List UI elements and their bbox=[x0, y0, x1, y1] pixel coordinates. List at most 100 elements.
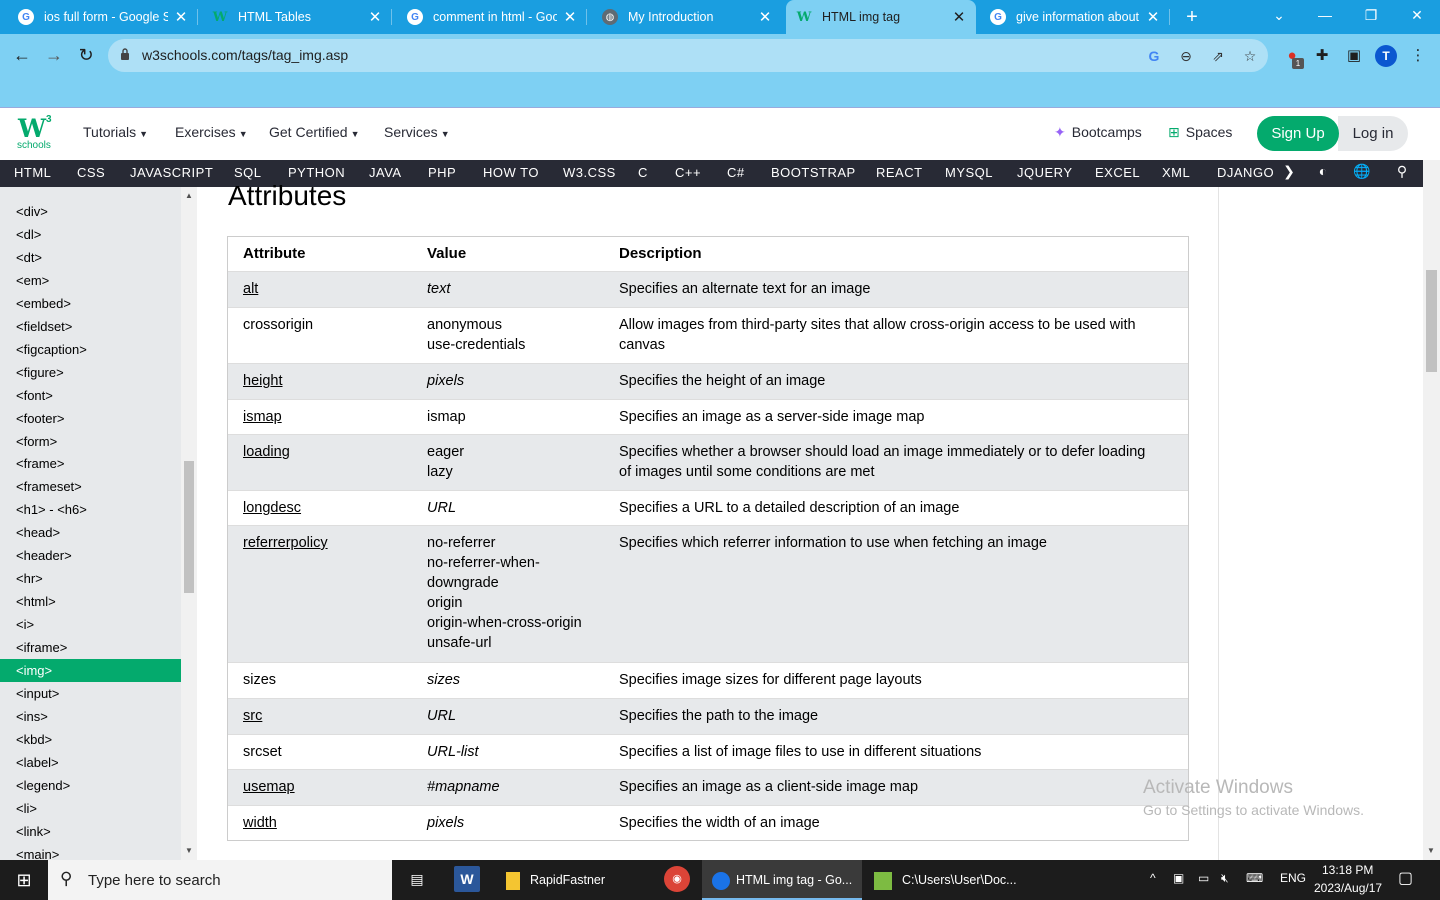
browser-tab[interactable]: W HTML Tables ✕ bbox=[202, 0, 392, 34]
sidebar-item[interactable]: <h1> - <h6> bbox=[0, 498, 181, 521]
keyboard-icon[interactable]: ⌨ bbox=[1246, 871, 1263, 885]
topnav-javascript[interactable]: JAVASCRIPT bbox=[130, 165, 213, 180]
signup-button[interactable]: Sign Up bbox=[1257, 116, 1339, 151]
sidebar-item[interactable]: <ins> bbox=[0, 705, 181, 728]
close-tab-icon[interactable]: ✕ bbox=[368, 8, 382, 26]
topnav-java[interactable]: JAVA bbox=[369, 165, 402, 180]
search-icon[interactable]: ⚲ bbox=[1392, 163, 1412, 180]
sidebar-item[interactable]: <kbd> bbox=[0, 728, 181, 751]
menu-exercises[interactable]: Exercises ▼ bbox=[175, 124, 248, 140]
tray-chevron-icon[interactable]: ^ bbox=[1150, 871, 1156, 885]
clock-time[interactable]: 13:18 PM bbox=[1322, 863, 1373, 877]
topnav-html[interactable]: HTML bbox=[14, 165, 51, 180]
sidebar-item[interactable]: <figcaption> bbox=[0, 338, 181, 361]
close-tab-icon[interactable]: ✕ bbox=[174, 8, 188, 26]
close-window-button[interactable]: ✕ bbox=[1394, 0, 1440, 34]
sidebar-scroll-thumb[interactable] bbox=[184, 461, 194, 593]
sidebar-item[interactable]: <li> bbox=[0, 797, 181, 820]
attribute-name[interactable]: src bbox=[243, 706, 262, 726]
topnav-react[interactable]: REACT bbox=[876, 165, 923, 180]
topnav-php[interactable]: PHP bbox=[428, 165, 456, 180]
sidebar-item[interactable]: <hr> bbox=[0, 567, 181, 590]
volume-muted-icon[interactable]: 🔇︎ bbox=[1221, 871, 1229, 886]
side-panel-icon[interactable]: ▣ bbox=[1343, 45, 1365, 67]
browser-tab[interactable]: Gios full form - Google Se ✕ bbox=[8, 0, 198, 34]
search-placeholder[interactable]: Type here to search bbox=[88, 872, 221, 889]
sidebar-item[interactable]: <font> bbox=[0, 384, 181, 407]
globe-icon[interactable]: 🌐 bbox=[1352, 163, 1372, 180]
google-lens-icon[interactable]: G bbox=[1143, 45, 1165, 67]
menu-get-certified[interactable]: Get Certified ▼ bbox=[269, 124, 360, 140]
chevron-right-icon[interactable]: ❯ bbox=[1279, 163, 1299, 180]
sidebar-item[interactable]: <legend> bbox=[0, 774, 181, 797]
browser-tab[interactable]: Gcomment in html - Goog ✕ bbox=[397, 0, 587, 34]
taskbar-app-rapidfastner[interactable]: RapidFastner bbox=[498, 860, 648, 900]
restore-button[interactable]: ❐ bbox=[1348, 0, 1394, 34]
topnav-how-to[interactable]: HOW TO bbox=[483, 165, 539, 180]
attribute-name[interactable]: referrerpolicy bbox=[243, 533, 328, 553]
topnav-excel[interactable]: EXCEL bbox=[1095, 165, 1140, 180]
login-button[interactable]: Log in bbox=[1338, 116, 1408, 151]
bookmark-star-icon[interactable]: ☆ bbox=[1239, 45, 1261, 67]
sidebar-item[interactable]: <footer> bbox=[0, 407, 181, 430]
sidebar-item[interactable]: <form> bbox=[0, 430, 181, 453]
topnav-bootstrap[interactable]: BOOTSTRAP bbox=[771, 165, 856, 180]
sidebar-item[interactable]: <dt> bbox=[0, 246, 181, 269]
sidebar-item[interactable]: <iframe> bbox=[0, 636, 181, 659]
close-tab-icon[interactable]: ✕ bbox=[563, 8, 577, 26]
profile-avatar[interactable]: T bbox=[1375, 45, 1397, 67]
sidebar-item[interactable]: <figure> bbox=[0, 361, 181, 384]
new-tab-button[interactable]: + bbox=[1180, 5, 1204, 29]
dark-mode-icon[interactable]: ◐ bbox=[1313, 163, 1333, 179]
sidebar-item[interactable]: <img> bbox=[0, 659, 181, 682]
w3schools-logo[interactable]: W 3 schools bbox=[16, 114, 56, 152]
sidebar-item[interactable]: <link> bbox=[0, 820, 181, 843]
chrome-icon[interactable]: ◉ bbox=[664, 866, 690, 892]
sidebar-item[interactable]: <header> bbox=[0, 544, 181, 567]
minimize-button[interactable]: — bbox=[1302, 0, 1348, 34]
attribute-name[interactable]: height bbox=[243, 371, 283, 391]
attribute-name[interactable]: alt bbox=[243, 279, 258, 299]
topnav-xml[interactable]: XML bbox=[1162, 165, 1190, 180]
page-scroll-thumb[interactable] bbox=[1426, 270, 1437, 372]
forward-icon[interactable]: → bbox=[40, 41, 68, 69]
topnav-django[interactable]: DJANGO bbox=[1217, 165, 1274, 180]
scroll-up-icon[interactable]: ▲ bbox=[181, 191, 197, 200]
sidebar-item[interactable]: <dl> bbox=[0, 223, 181, 246]
page-scroll-down-icon[interactable]: ▼ bbox=[1423, 846, 1439, 855]
topnav-c[interactable]: C bbox=[638, 165, 648, 180]
sidebar-item[interactable]: <em> bbox=[0, 269, 181, 292]
topnav-w3-css[interactable]: W3.CSS bbox=[563, 165, 616, 180]
menu-kebab-icon[interactable]: ⋮ bbox=[1407, 45, 1429, 67]
sidebar-item[interactable]: <embed> bbox=[0, 292, 181, 315]
page-scrollbar[interactable] bbox=[1423, 160, 1440, 860]
task-view-icon[interactable]: ▤ bbox=[404, 866, 430, 892]
topnav-python[interactable]: PYTHON bbox=[288, 165, 345, 180]
reload-icon[interactable]: ↻ bbox=[72, 41, 100, 69]
topnav-css[interactable]: CSS bbox=[77, 165, 105, 180]
sidebar-item[interactable]: <frameset> bbox=[0, 475, 181, 498]
tray-app-icon[interactable]: ▣ bbox=[1173, 871, 1184, 885]
scroll-down-icon[interactable]: ▼ bbox=[181, 846, 197, 855]
attribute-name[interactable]: loading bbox=[243, 442, 290, 462]
close-tab-icon[interactable]: ✕ bbox=[758, 8, 772, 26]
tab-search-icon[interactable]: ⌄ bbox=[1256, 0, 1302, 34]
lock-icon[interactable] bbox=[120, 48, 130, 60]
menu-services[interactable]: Services ▼ bbox=[384, 124, 450, 140]
menu-tutorials[interactable]: Tutorials ▼ bbox=[83, 124, 148, 140]
language-indicator[interactable]: ENG bbox=[1280, 871, 1306, 885]
word-icon[interactable]: W bbox=[454, 866, 480, 892]
attribute-name[interactable]: width bbox=[243, 813, 277, 833]
zoom-icon[interactable]: ⊖ bbox=[1175, 45, 1197, 67]
sidebar-item[interactable]: <div> bbox=[0, 200, 181, 223]
topnav-c-[interactable]: C# bbox=[727, 165, 745, 180]
attribute-name[interactable]: longdesc bbox=[243, 498, 301, 518]
spaces-link[interactable]: ⊞ Spaces bbox=[1168, 124, 1232, 141]
browser-tab[interactable]: Ggive information about I ✕ bbox=[980, 0, 1170, 34]
topnav-mysql[interactable]: MYSQL bbox=[945, 165, 993, 180]
sidebar-item[interactable]: <i> bbox=[0, 613, 181, 636]
share-icon[interactable]: ⇗ bbox=[1207, 45, 1229, 67]
browser-tab[interactable]: W HTML img tag ✕ bbox=[786, 0, 976, 34]
sidebar-item[interactable]: <input> bbox=[0, 682, 181, 705]
notification-icon[interactable]: ▢ bbox=[1398, 868, 1413, 888]
